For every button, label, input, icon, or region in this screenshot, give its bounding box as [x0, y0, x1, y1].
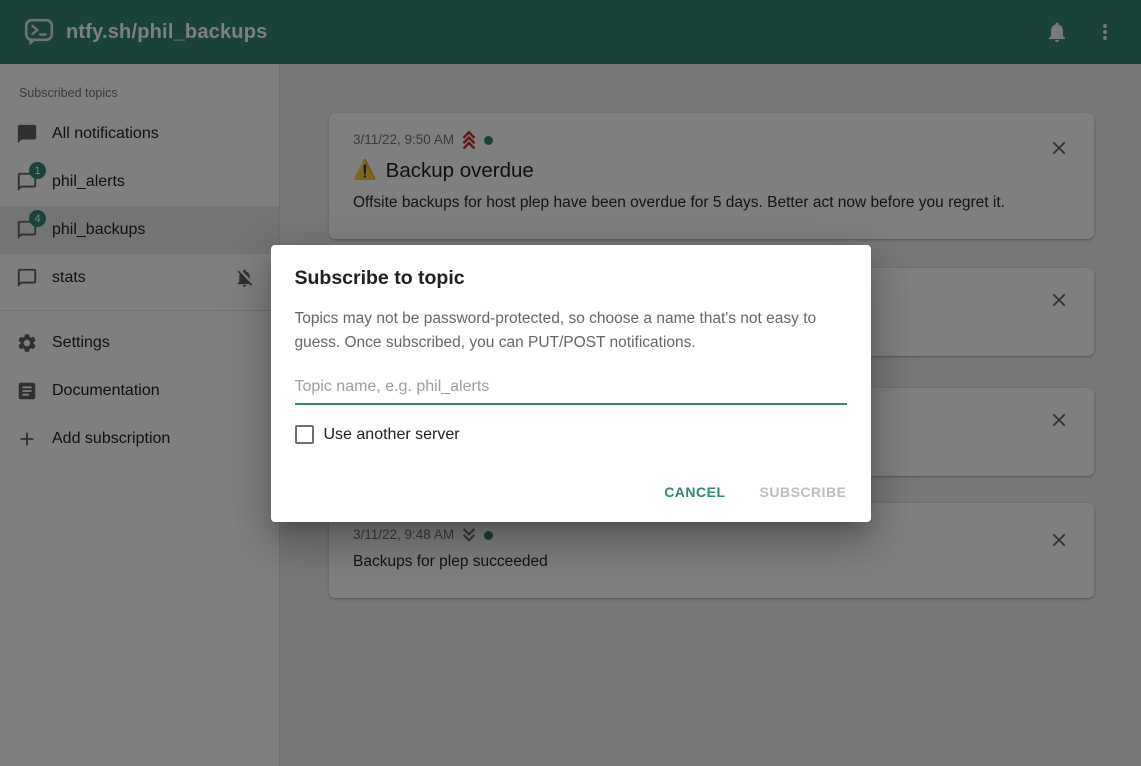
dialog-description: Topics may not be password-protected, so… — [295, 307, 847, 355]
use-another-server-checkbox[interactable]: Use another server — [295, 425, 847, 444]
checkbox-icon[interactable] — [295, 425, 314, 444]
dialog-title: Subscribe to topic — [295, 267, 847, 290]
cancel-button[interactable]: CANCEL — [656, 476, 733, 508]
topic-name-input[interactable] — [295, 372, 847, 405]
subscribe-button[interactable]: SUBSCRIBE — [752, 476, 855, 508]
checkbox-label: Use another server — [324, 426, 460, 444]
subscribe-dialog: Subscribe to topic Topics may not be pas… — [271, 245, 871, 522]
dialog-actions: CANCEL SUBSCRIBE — [656, 476, 854, 508]
